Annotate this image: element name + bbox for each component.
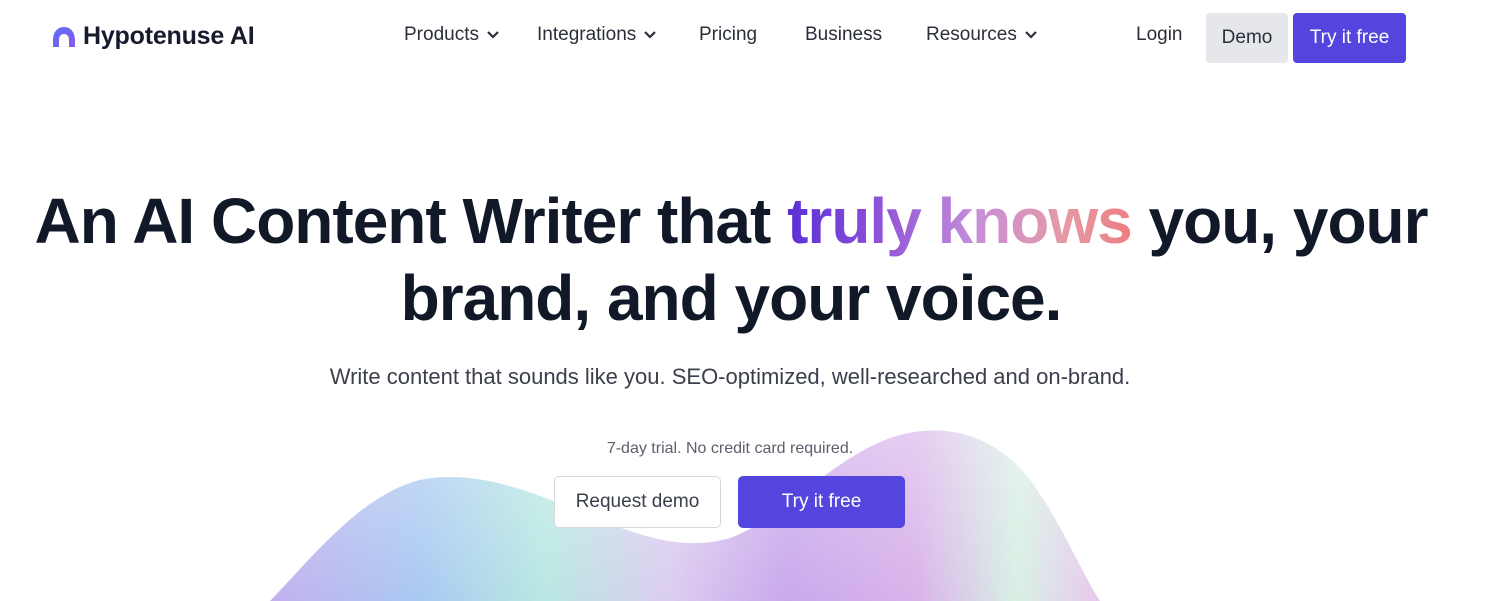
nav-resources[interactable]: Resources xyxy=(926,24,1038,46)
nav-integrations[interactable]: Integrations xyxy=(537,24,657,46)
hero-heading-highlight: truly knows xyxy=(787,185,1133,257)
nav-business-label: Business xyxy=(805,24,883,45)
nav-pricing-label: Pricing xyxy=(699,24,758,45)
try-free-hero-button[interactable]: Try it free xyxy=(738,476,905,528)
nav-pricing[interactable]: Pricing xyxy=(699,24,757,46)
hero-heading-part1: An AI Content Writer that xyxy=(34,185,788,257)
brand-name: Hypotenuse AI xyxy=(83,22,255,50)
hypotenuse-logo-icon xyxy=(53,26,75,47)
hero-heading-part2: you, your xyxy=(1131,185,1429,257)
demo-button[interactable]: Demo xyxy=(1206,13,1288,63)
hero-heading-line2: brand, and your voice. xyxy=(400,262,1063,334)
nav-resources-label: Resources xyxy=(926,24,1017,45)
login-link[interactable]: Login xyxy=(1136,24,1183,46)
request-demo-button[interactable]: Request demo xyxy=(554,476,721,528)
chevron-down-icon xyxy=(487,31,499,39)
try-free-nav-button[interactable]: Try it free xyxy=(1293,13,1406,63)
brand-logo[interactable]: Hypotenuse AI xyxy=(52,22,255,51)
hero-heading: An AI Content Writer that truly knows yo… xyxy=(0,183,1462,337)
trial-note: 7-day trial. No credit card required. xyxy=(606,440,854,457)
nav-business[interactable]: Business xyxy=(805,24,882,46)
nav-products[interactable]: Products xyxy=(404,24,500,46)
nav-integrations-label: Integrations xyxy=(537,24,637,45)
hero-subtitle: Write content that sounds like you. SEO-… xyxy=(329,364,1131,389)
chevron-down-icon xyxy=(644,31,657,39)
chevron-down-icon xyxy=(1025,31,1037,39)
nav-products-label: Products xyxy=(404,24,479,45)
